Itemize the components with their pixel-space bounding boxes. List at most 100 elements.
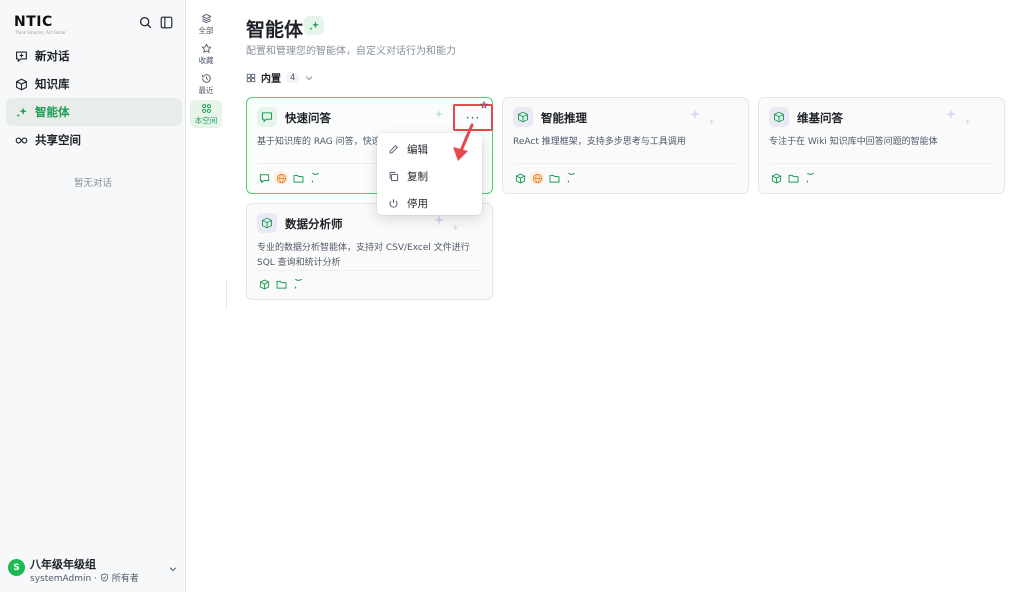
nav-knowledge-base[interactable]: 知识库: [6, 70, 182, 98]
rail-recent[interactable]: 最近: [190, 70, 222, 98]
agent-card-reasoning[interactable]: 智能推理 ReAct 推理框架，支持多步思考与工具调用: [502, 97, 749, 194]
card-description: ReAct 推理框架，支持多步思考与工具调用: [513, 137, 686, 147]
card-title: 快速问答: [285, 111, 331, 125]
count-badge: 4: [286, 72, 300, 83]
user-account-line: systemAdmin · 所有者: [30, 573, 139, 584]
sparkle-icon: [689, 108, 701, 120]
sparkle-icon: [434, 108, 444, 119]
app-logo: NTIC: [14, 14, 53, 30]
copy-icon: [389, 171, 399, 182]
agent-card-data-analyst[interactable]: 数据分析师 专业的数据分析智能体，支持对 CSV/Excel 文件进行 SQL …: [246, 203, 493, 300]
message-icon: [308, 171, 322, 185]
folder-icon: [786, 171, 800, 185]
card-icon: [513, 107, 533, 127]
infinity-icon: [15, 136, 28, 144]
rail-all[interactable]: 全部: [190, 10, 222, 38]
sparkle-icon: [708, 114, 715, 125]
page-description: 配置和管理您的智能体，自定义对话行为和能力: [246, 46, 456, 57]
menu-label: 复制: [407, 171, 428, 183]
divider: [513, 163, 738, 164]
pin-icon[interactable]: [480, 101, 488, 109]
history-icon: [201, 73, 211, 83]
nav-label: 知识库: [35, 77, 70, 91]
user-profile[interactable]: S 八年级年级组 systemAdmin · 所有者: [8, 554, 180, 586]
filter-label: 内置: [261, 74, 281, 85]
power-icon: [389, 199, 398, 208]
avatar: S: [8, 559, 25, 576]
card-icon: [257, 213, 277, 233]
cube-icon: [518, 111, 528, 123]
card-title: 智能推理: [541, 111, 587, 125]
rail-this-space[interactable]: 本空间: [190, 100, 222, 128]
user-group-name: 八年级年级组: [30, 558, 96, 571]
chat-plus-icon: [16, 50, 27, 62]
user-role: 所有者: [111, 574, 139, 584]
menu-label: 编辑: [407, 144, 428, 156]
card-tools: [513, 171, 578, 185]
menu-item-disable[interactable]: 停用: [377, 190, 482, 217]
agent-card-wiki-qa[interactable]: 维基问答 专注于在 Wiki 知识库中回答问题的智能体: [758, 97, 1005, 194]
category-rail: 全部 收藏 最近 本空间: [186, 0, 226, 592]
main-nav: 新对话 知识库 智能体 共享空间: [6, 42, 182, 154]
card-title: 数据分析师: [285, 217, 343, 231]
rail-label: 最近: [198, 85, 214, 95]
chevron-down-icon[interactable]: [304, 73, 314, 83]
card-tools: [257, 277, 305, 291]
folder-icon: [274, 277, 288, 291]
nav-label: 共享空间: [35, 133, 81, 147]
rail-label: 收藏: [198, 55, 214, 65]
card-tools: [769, 171, 817, 185]
layers-icon: [201, 13, 211, 23]
user-account: systemAdmin: [30, 574, 92, 584]
search-icon[interactable]: [139, 16, 152, 32]
cube-tool-icon: [257, 277, 271, 291]
nav-agents[interactable]: 智能体: [6, 98, 182, 126]
divider: [769, 163, 994, 164]
empty-conversations-hint: 暂无对话: [73, 178, 112, 189]
cluster-icon: [201, 103, 211, 113]
folder-icon: [291, 171, 305, 185]
rail-label: 全部: [198, 25, 214, 35]
card-icon: [257, 107, 277, 127]
message-icon: [803, 171, 817, 185]
title-badge: [304, 16, 324, 35]
card-tools: [257, 171, 322, 185]
sparkle-icon: [16, 107, 27, 117]
app-logo-tagline: Think Smarter, Act Faster: [15, 30, 66, 35]
card-description: 专注于在 Wiki 知识库中回答问题的智能体: [769, 137, 938, 147]
message-icon: [564, 171, 578, 185]
cube-icon: [774, 111, 784, 123]
divider: [257, 270, 482, 271]
nav-shared-space[interactable]: 共享空间: [6, 126, 182, 154]
chat-icon: [261, 112, 273, 123]
globe-icon: [530, 171, 544, 185]
card-description: 专业的数据分析智能体，支持对 CSV/Excel 文件进行 SQL 查询和统计分…: [257, 243, 470, 268]
chat-tool-icon: [257, 171, 271, 185]
menu-label: 停用: [407, 198, 428, 210]
annotation-arrow-icon: [453, 123, 474, 161]
toggle-sidebar-icon[interactable]: [160, 16, 173, 32]
sparkle-icon: [452, 220, 459, 231]
shield-icon: [100, 573, 108, 582]
rail-label: 本空间: [194, 115, 218, 125]
pencil-icon: [389, 145, 398, 154]
message-icon: [291, 277, 305, 291]
cube-tool-icon: [513, 171, 527, 185]
folder-icon: [547, 171, 561, 185]
sidebar: NTIC Think Smarter, Act Faster 新对话 知识库 智…: [0, 0, 186, 592]
star-icon: [201, 43, 211, 53]
cube-tool-icon: [769, 171, 783, 185]
nav-label: 智能体: [35, 105, 70, 119]
card-icon: [769, 107, 789, 127]
cube-icon: [262, 217, 272, 229]
rail-favorites[interactable]: 收藏: [190, 40, 222, 68]
builtin-filter[interactable]: 内置 4: [246, 70, 314, 85]
card-title: 维基问答: [797, 111, 843, 125]
chevron-down-icon[interactable]: [168, 564, 178, 574]
nav-label: 新对话: [35, 49, 70, 63]
sparkle-icon: [945, 108, 957, 120]
page-title: 智能体: [246, 19, 304, 41]
nav-new-chat[interactable]: 新对话: [6, 42, 182, 70]
sparkle-icon: [309, 21, 319, 30]
menu-item-copy[interactable]: 复制: [377, 163, 482, 190]
